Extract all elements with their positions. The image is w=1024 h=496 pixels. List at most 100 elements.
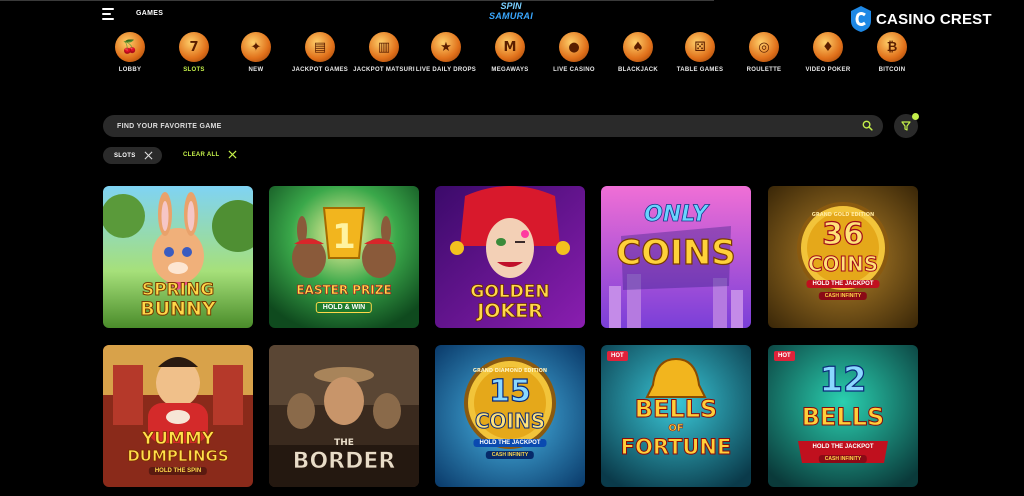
category-jackpot-matsuri[interactable]: ▥ JACKPOT MATSURI xyxy=(352,32,416,74)
yummy-dumplings-artwork xyxy=(103,345,253,487)
gold-stack-icon: ▥ xyxy=(369,32,399,62)
game-subtitle: HOLD THE JACKPOT xyxy=(806,280,880,288)
filter-chip-slots[interactable]: SLOTS xyxy=(103,147,162,164)
game-subtitle: HOLD THE SPIN xyxy=(148,467,208,475)
game-title-bottom: DUMPLINGS xyxy=(127,447,229,465)
search-icon[interactable] xyxy=(862,120,873,131)
game-title-bottom: JOKER xyxy=(477,300,543,322)
game-title-top: EASTER PRIZE xyxy=(296,283,392,297)
game-title-top: 15 xyxy=(489,374,532,409)
category-label: TABLE GAMES xyxy=(676,67,724,73)
category-slots[interactable]: 7 SLOTS xyxy=(162,32,226,74)
casino-crest-watermark: CASINO CREST xyxy=(850,4,992,34)
search-bar[interactable] xyxy=(103,115,883,137)
crest-shield-icon xyxy=(851,6,871,32)
hamburger-menu-icon[interactable] xyxy=(102,8,116,20)
hot-badge: HOT xyxy=(607,351,628,361)
category-bitcoin[interactable]: ₿ BITCOIN xyxy=(860,32,924,74)
game-tile-only-coins[interactable]: ONLY COINS xyxy=(601,186,751,328)
game-title-top: SPRING xyxy=(141,280,215,300)
game-tile-yummy-dumplings[interactable]: YUMMY DUMPLINGS HOLD THE SPIN xyxy=(103,345,253,487)
category-label: VIDEO POKER xyxy=(805,67,851,73)
category-table-games[interactable]: ⚄ TABLE GAMES xyxy=(668,32,732,74)
game-extra: CASH INFINITY xyxy=(818,455,868,463)
category-label: MEGAWAYS xyxy=(491,67,529,73)
category-blackjack[interactable]: ♠ BLACKJACK xyxy=(606,32,670,74)
category-label: LOBBY xyxy=(118,67,142,73)
game-tile-15-coins[interactable]: GRAND DIAMOND EDITION 15 COINS HOLD THE … xyxy=(435,345,585,487)
cherries-icon: 🍒 xyxy=(115,32,145,62)
filter-chip-label: SLOTS xyxy=(114,152,136,159)
category-label: NEW xyxy=(248,67,264,73)
crest-name: CASINO CREST xyxy=(876,10,992,28)
game-tile-bells-of-fortune[interactable]: HOT BELLS OF FORTUNE xyxy=(601,345,751,487)
shuriken-icon: ✦ xyxy=(241,32,271,62)
game-title-bottom: FORTUNE xyxy=(620,435,732,459)
game-title-bottom: COINS xyxy=(616,233,737,273)
category-lobby[interactable]: 🍒 LOBBY xyxy=(98,32,162,74)
category-live-daily-drops[interactable]: ★ LIVE DAILY DROPS xyxy=(414,32,478,74)
game-tile-easter-prize[interactable]: 1 EASTER PRIZE HOLD & WIN xyxy=(269,186,419,328)
logo-line-2: SAMURAI xyxy=(488,11,534,21)
svg-text:1: 1 xyxy=(332,217,356,257)
clear-all-button[interactable]: CLEAR ALL xyxy=(183,150,237,159)
game-title-mid: OF xyxy=(668,423,684,434)
game-extra: CASH INFINITY xyxy=(818,292,868,300)
top-divider xyxy=(0,0,714,1)
category-label: JACKPOT MATSURI xyxy=(353,67,415,73)
category-live-casino[interactable]: ● LIVE CASINO xyxy=(542,32,606,74)
category-bar: 🍒 LOBBY 7 SLOTS ✦ NEW ▤ JACKPOT GAMES ▥ JACKPOT M… xyxy=(98,32,918,88)
gold-bars-icon: ▤ xyxy=(305,32,335,62)
category-roulette[interactable]: ◎ ROULETTE xyxy=(732,32,796,74)
category-label: LIVE CASINO xyxy=(553,67,595,73)
roulette-wheel-icon: ◎ xyxy=(749,32,779,62)
game-title-top: YUMMY xyxy=(141,429,215,449)
game-title-bottom: BELLS xyxy=(801,403,885,431)
search-input[interactable] xyxy=(117,115,817,137)
game-tile-12-bells[interactable]: HOT 12 BELLS HOLD THE JACKPOT CASH INFIN… xyxy=(768,345,918,487)
filter-active-dot xyxy=(912,113,919,120)
game-tile-36-coins[interactable]: GRAND GOLD EDITION 36 COINS HOLD THE JAC… xyxy=(768,186,918,328)
game-title-top: ONLY xyxy=(644,202,708,227)
clear-all-icon xyxy=(228,150,237,159)
category-megaways[interactable]: M MEGAWAYS xyxy=(478,32,542,74)
game-title-bottom: BUNNY xyxy=(140,298,216,320)
game-tile-spring-bunny[interactable]: SPRING BUNNY xyxy=(103,186,253,328)
poker-chip-icon: ● xyxy=(559,32,589,62)
game-extra: CASH INFINITY xyxy=(485,451,535,459)
spin-samurai-logo[interactable]: SPIN SAMURAI xyxy=(482,1,540,23)
game-title-top: 36 xyxy=(822,217,865,252)
game-subtitle: HOLD THE JACKPOT xyxy=(806,443,880,451)
games-nav-link[interactable]: GAMES xyxy=(136,10,163,17)
category-label: BITCOIN xyxy=(878,67,906,73)
filter-button[interactable] xyxy=(894,113,919,138)
game-title-prefix: THE xyxy=(334,438,354,448)
game-title-top: 12 xyxy=(819,360,868,400)
game-subtitle: HOLD & WIN xyxy=(315,302,373,313)
clear-all-label: CLEAR ALL xyxy=(183,151,220,158)
slot-seven-icon: 7 xyxy=(179,32,209,62)
game-title-top: GOLDEN xyxy=(470,282,550,302)
logo-line-1: SPIN xyxy=(500,1,522,11)
game-title-bottom: COINS xyxy=(807,252,879,276)
spade-icon: ♠ xyxy=(623,32,653,62)
category-label: SLOTS xyxy=(183,67,205,73)
category-label: ROULETTE xyxy=(746,67,782,73)
megaways-m-icon: M xyxy=(495,32,525,62)
dice-icon: ⚄ xyxy=(685,32,715,62)
hot-badge: HOT xyxy=(774,351,795,361)
game-subtitle: HOLD THE JACKPOT xyxy=(473,439,547,447)
game-tile-the-border[interactable]: THE BORDER xyxy=(269,345,419,487)
game-title-top: BELLS xyxy=(634,395,718,423)
drops-wins-icon: ★ xyxy=(431,32,461,62)
category-label: LIVE DAILY DROPS xyxy=(415,67,477,73)
category-video-poker[interactable]: ♦ VIDEO POKER xyxy=(796,32,860,74)
category-label: BLACKJACK xyxy=(617,67,659,73)
category-new[interactable]: ✦ NEW xyxy=(224,32,288,74)
remove-filter-icon[interactable] xyxy=(144,151,153,160)
category-jackpot-games[interactable]: ▤ JACKPOT GAMES xyxy=(288,32,352,74)
playing-cards-icon: ♦ xyxy=(813,32,843,62)
category-label: JACKPOT GAMES xyxy=(291,67,349,73)
game-tile-golden-joker[interactable]: GOLDEN JOKER xyxy=(435,186,585,328)
game-title-bottom: COINS xyxy=(474,409,546,433)
